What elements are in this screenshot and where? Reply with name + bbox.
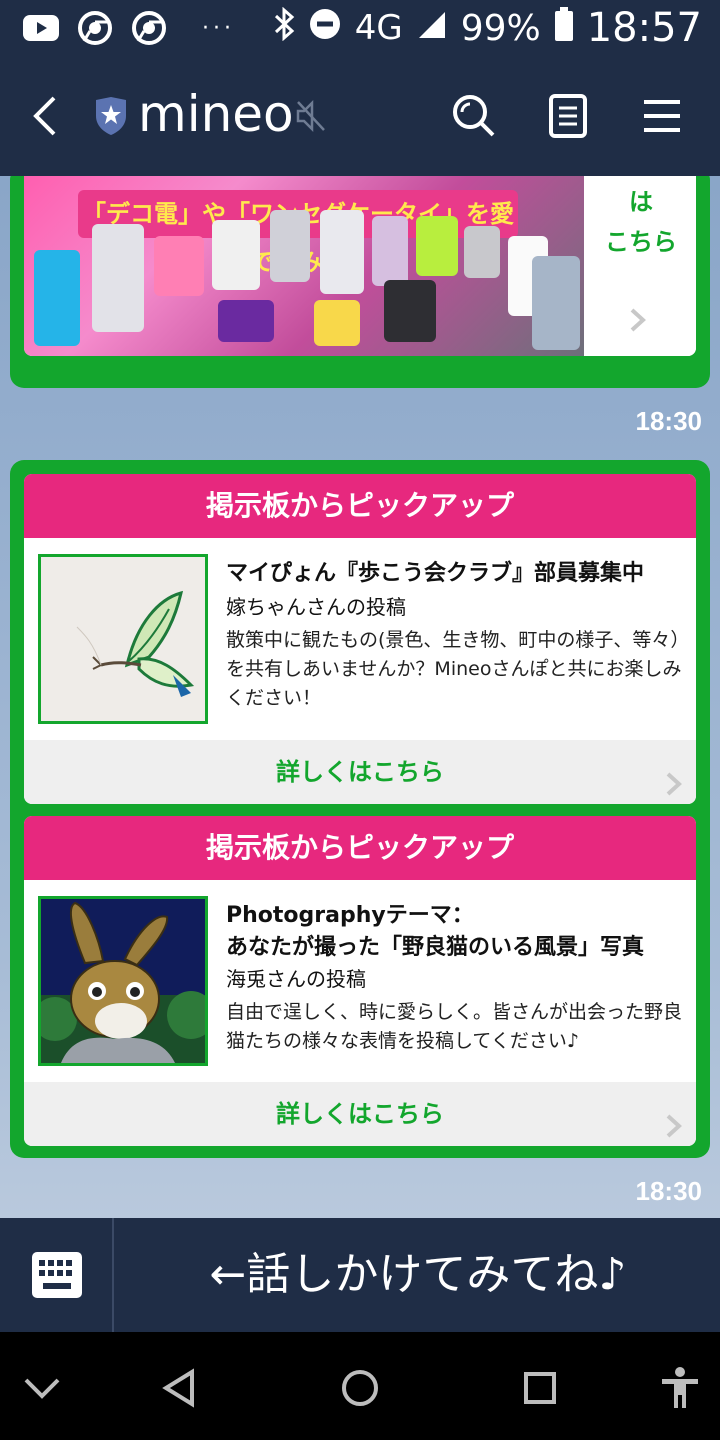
details-link-label: 詳しくはこちら [276, 758, 444, 786]
battery-icon [554, 6, 573, 50]
banner-card[interactable]: 「デコ電」や「ワンセグケータイ」を愛でてみた は こちら [24, 176, 696, 356]
battery-percent: 99% [460, 7, 541, 49]
post-author: 嫁ちゃんさんの投稿 [226, 595, 406, 619]
banner-bubble: 「デコ電」や「ワンセグケータイ」を愛でてみた は こちら [10, 176, 710, 388]
home-circle-icon[interactable] [338, 1366, 382, 1410]
banner-link-text: は こちら [605, 188, 677, 256]
chat-area[interactable]: 「デコ電」や「ワンセグケータイ」を愛でてみた は こちら [0, 176, 720, 1218]
post-card[interactable]: 掲示板からピックアップ マイぴょん『歩こう会クラブ』部員募集中 嫁ちゃんさんの投… [24, 474, 696, 804]
message-timestamp: 18:30 [635, 1176, 703, 1206]
recents-square-icon[interactable] [518, 1366, 562, 1410]
more-dots-icon: ··· [202, 15, 235, 41]
post-title: Photographyテーマ： あなたが撮った「野良猫のいる風景」写真 [226, 903, 645, 960]
clock: 18:57 [586, 5, 702, 51]
signal-icon [417, 8, 447, 49]
butterfly-image [38, 554, 208, 724]
post-description: 散策中に観たもの(景色、生き物、町中の様子、等々）を共有しあいませんか？Mine… [226, 629, 682, 709]
do-not-disturb-icon [309, 8, 341, 49]
accessibility-icon[interactable] [658, 1366, 702, 1410]
collapse-chevron-icon[interactable] [20, 1366, 64, 1410]
note-icon[interactable] [544, 92, 592, 140]
app-bar: mineo [0, 56, 720, 176]
banner-link[interactable]: は こちら [584, 176, 696, 356]
post-author: 海兎さんの投稿 [226, 967, 366, 991]
status-bar: ··· 4G 99% 18:57 [0, 0, 720, 56]
system-nav-bar [0, 1332, 720, 1440]
menu-icon[interactable] [638, 92, 686, 140]
posts-bubble: 掲示板からピックアップ マイぴょん『歩こう会クラブ』部員募集中 嫁ちゃんさんの投… [10, 460, 710, 1158]
bluetooth-icon [273, 6, 295, 50]
post-header: 掲示板からピックアップ [24, 816, 696, 880]
back-arrow-icon[interactable] [26, 90, 66, 142]
back-triangle-icon[interactable] [158, 1366, 202, 1410]
post-header: 掲示板からピックアップ [24, 474, 696, 538]
rabbit-character-image [38, 896, 208, 1066]
input-bar: ←話しかけてみてね♪ [0, 1218, 720, 1332]
details-link-label: 詳しくはこちら [276, 1100, 444, 1128]
keyboard-toggle-button[interactable] [0, 1218, 114, 1332]
details-link[interactable]: 詳しくはこちら [24, 1082, 696, 1146]
feature-phones-image[interactable]: 「デコ電」や「ワンセグケータイ」を愛でてみた [24, 176, 584, 356]
post-body[interactable]: マイぴょん『歩こう会クラブ』部員募集中 嫁ちゃんさんの投稿 散策中に観たもの(景… [24, 538, 696, 740]
chevron-right-icon [664, 758, 684, 796]
chevron-right-icon [664, 1100, 684, 1138]
message-input[interactable]: ←話しかけてみてね♪ [116, 1218, 720, 1332]
network-type: 4G [354, 8, 403, 48]
post-card[interactable]: 掲示板からピックアップ Photographyテーマ： あなたが撮った「野良猫の… [24, 816, 696, 1146]
chrome-icon [76, 10, 114, 46]
mute-icon [294, 98, 328, 134]
youtube-icon [22, 10, 60, 46]
chevron-right-icon [628, 306, 648, 334]
search-icon[interactable] [450, 92, 498, 140]
chrome-icon [130, 10, 168, 46]
message-timestamp: 18:30 [635, 406, 703, 436]
details-link[interactable]: 詳しくはこちら [24, 740, 696, 804]
post-title: マイぴょん『歩こう会クラブ』部員募集中 [226, 561, 645, 586]
post-body[interactable]: Photographyテーマ： あなたが撮った「野良猫のいる風景」写真 海兎さん… [24, 880, 696, 1082]
shield-star-icon [94, 96, 128, 136]
chat-title: mineo [138, 85, 294, 143]
post-description: 自由で逞しく、時に愛らしく。皆さんが出会った野良猫たちの様々な表情を投稿してくだ… [226, 1001, 683, 1052]
